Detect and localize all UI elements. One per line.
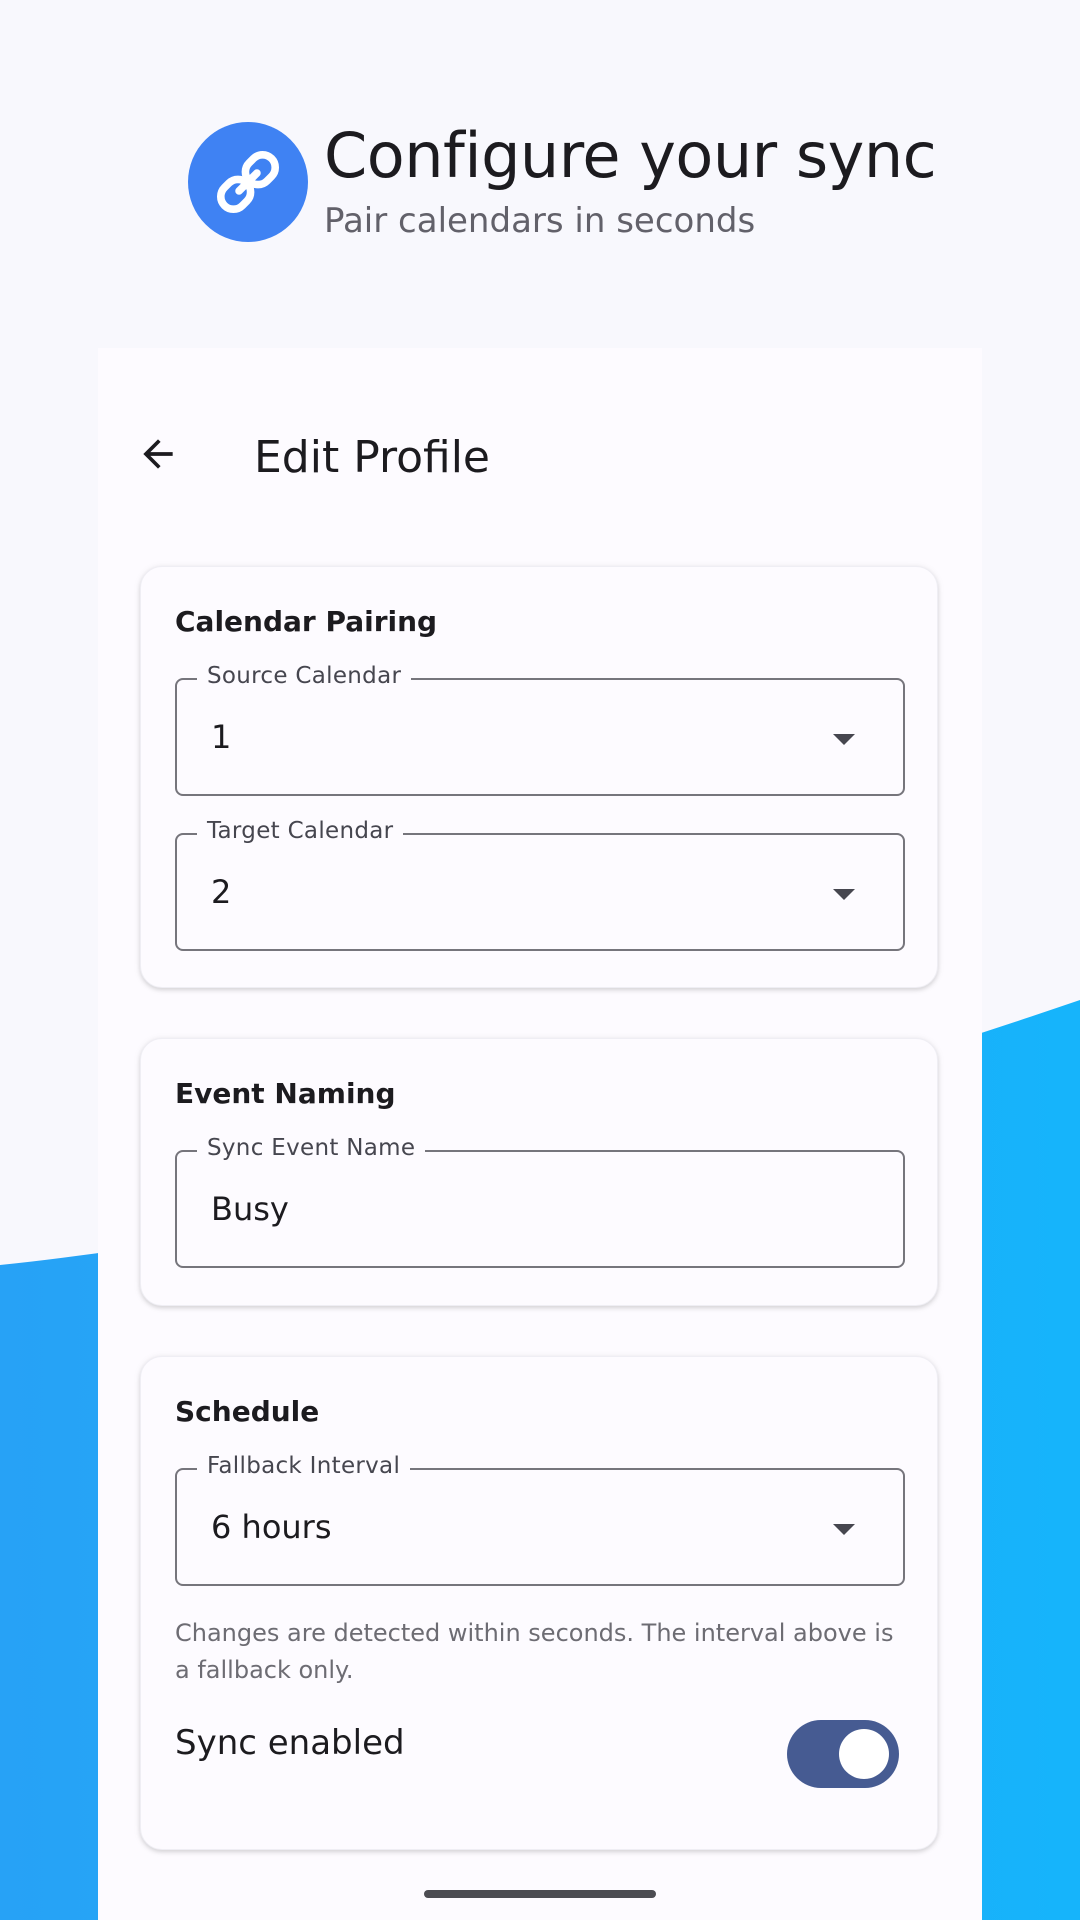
page-title: Edit Profile	[254, 432, 491, 483]
dropdown-arrow-icon	[833, 1524, 855, 1535]
card-title: Schedule	[175, 1395, 320, 1428]
field-value: 1	[211, 718, 232, 756]
arrow-left-icon	[143, 439, 173, 469]
dropdown-arrow-icon	[833, 889, 855, 900]
switch-knob	[839, 1729, 889, 1779]
schedule-card: Schedule Fallback Interval 6 hours Chang…	[140, 1356, 938, 1850]
dropdown-arrow-icon	[833, 734, 855, 745]
home-indicator	[424, 1890, 656, 1898]
field-label: Fallback Interval	[197, 1453, 411, 1479]
sync-enabled-label: Sync enabled	[175, 1723, 405, 1763]
app-bar: Edit Profile	[98, 348, 982, 572]
card-title: Event Naming	[175, 1077, 396, 1110]
sync-enabled-switch[interactable]	[787, 1720, 899, 1788]
source-calendar-select[interactable]: Source Calendar 1	[175, 663, 905, 796]
card-title: Calendar Pairing	[175, 605, 438, 638]
interval-helper-text: Changes are detected within seconds. The…	[175, 1619, 894, 1684]
event-naming-card: Event Naming Sync Event Name Busy	[140, 1038, 938, 1306]
field-value: 2	[211, 873, 232, 911]
target-calendar-select[interactable]: Target Calendar 2	[175, 818, 905, 951]
sync-event-name-input[interactable]: Sync Event Name Busy	[175, 1135, 905, 1268]
edit-profile-panel: Edit Profile Calendar Pairing Source Cal…	[98, 348, 982, 1920]
calendar-pairing-card: Calendar Pairing Source Calendar 1 Targe…	[140, 566, 938, 988]
field-label: Sync Event Name	[197, 1135, 426, 1161]
field-label: Source Calendar	[197, 663, 412, 689]
field-value: Busy	[211, 1190, 289, 1228]
hero-title: Configure your sync	[324, 119, 937, 193]
field-value: 6 hours	[211, 1508, 332, 1546]
link-icon	[216, 150, 280, 214]
fallback-interval-select[interactable]: Fallback Interval 6 hours	[175, 1453, 905, 1586]
hero-subtitle: Pair calendars in seconds	[324, 200, 756, 241]
hero-header: Configure your sync Pair calendars in se…	[188, 119, 937, 242]
hero-badge	[188, 122, 308, 242]
back-button[interactable]	[126, 422, 190, 486]
field-label: Target Calendar	[197, 818, 404, 844]
